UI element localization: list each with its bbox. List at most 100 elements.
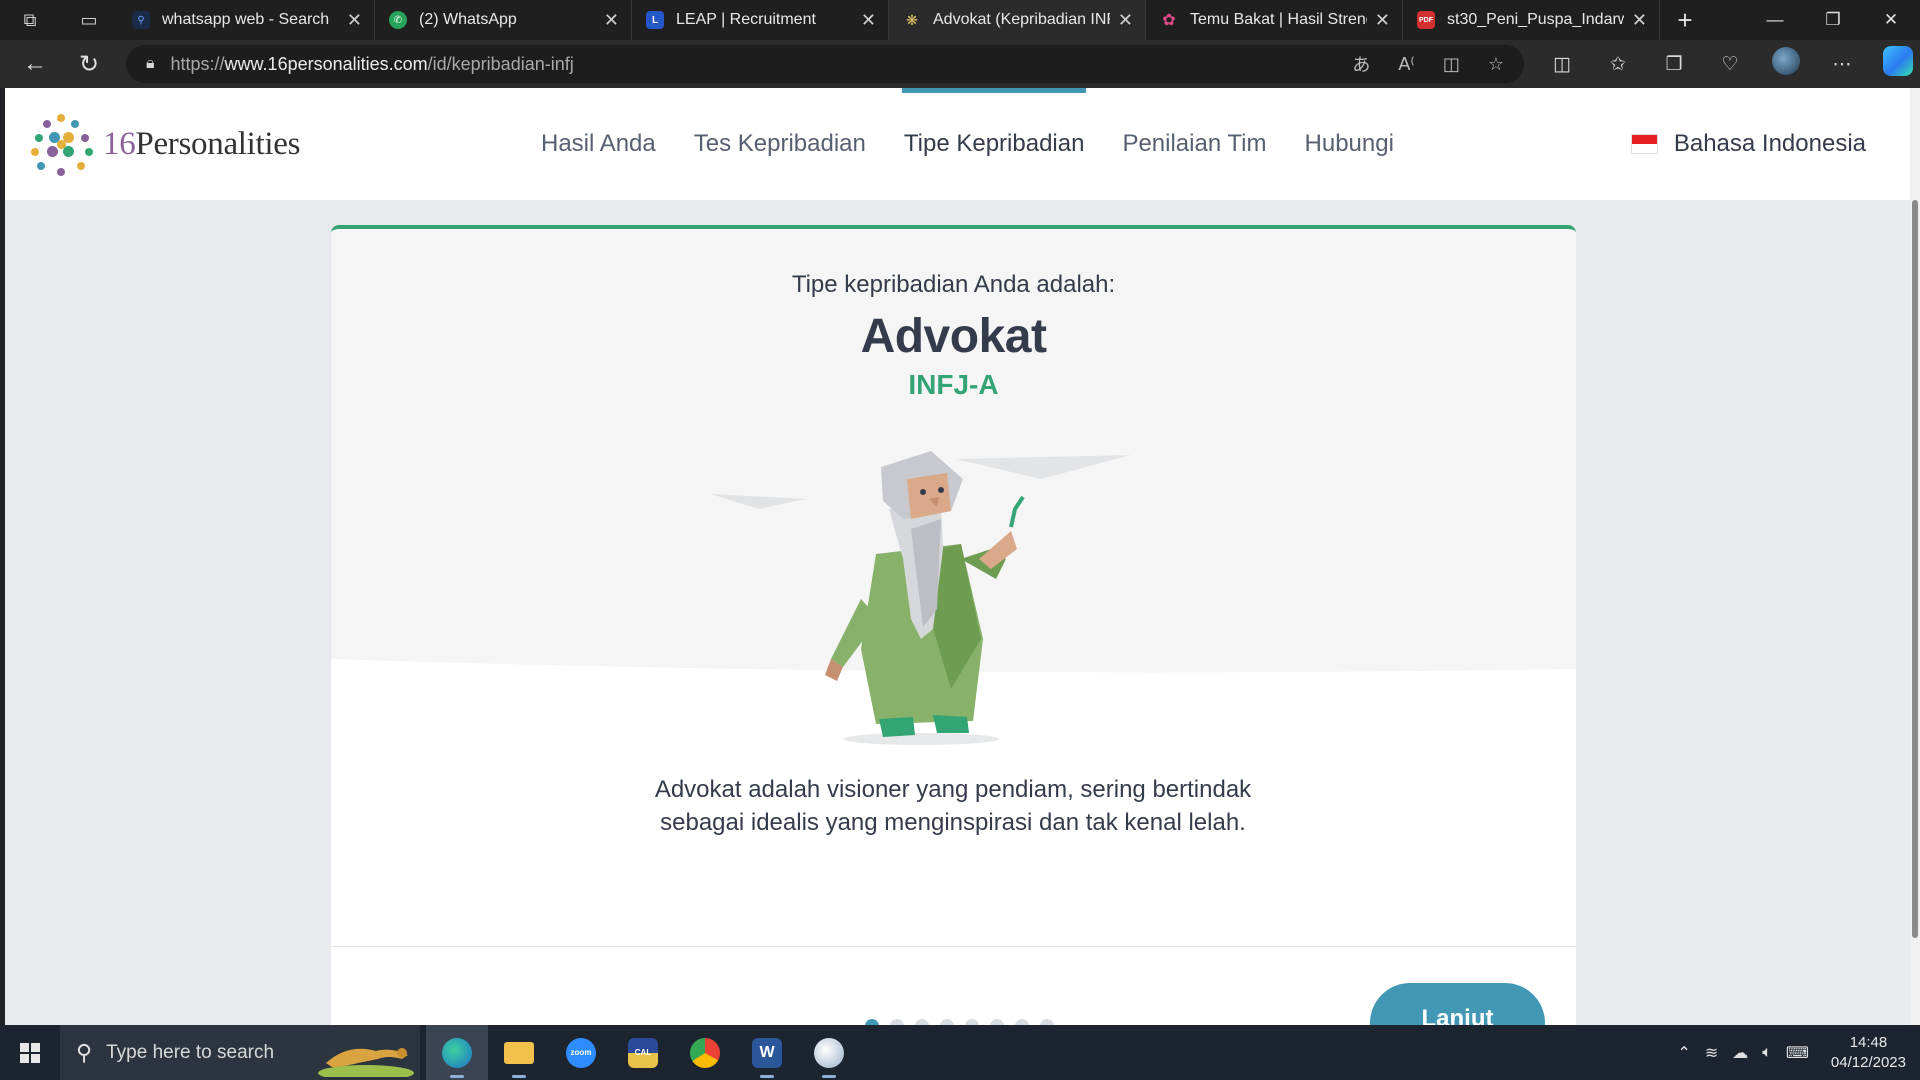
onedrive-cloud-icon[interactable]: ☁ bbox=[1732, 1043, 1748, 1063]
description-line: sebagai idealis yang menginspirasi dan t… bbox=[660, 809, 1246, 836]
calendar-icon[interactable]: CAL bbox=[612, 1025, 674, 1080]
nav-tes-kepribadian[interactable]: Tes Kepribadian bbox=[694, 88, 866, 200]
address-bar-icons: あ A⁽ ◫ ☆ bbox=[1352, 45, 1504, 83]
browser-tab[interactable]: ✿ Temu Bakat | Hasil Strength ✕ bbox=[1146, 0, 1403, 40]
close-tab-icon[interactable]: ✕ bbox=[861, 10, 876, 31]
favorites-icon[interactable]: ✩ bbox=[1590, 53, 1646, 76]
personality-description: Advokat adalah visioner yang pendiam, se… bbox=[603, 773, 1303, 839]
close-tab-icon[interactable]: ✕ bbox=[1632, 10, 1647, 31]
logo-dots-icon bbox=[29, 112, 93, 176]
language-selector[interactable]: Bahasa Indonesia bbox=[1630, 88, 1866, 200]
whatsapp-favicon: ✆ bbox=[389, 11, 407, 29]
show-hidden-icons-icon[interactable]: ⌃ bbox=[1677, 1043, 1690, 1063]
browser-toolbar: ← ↻ 🔒︎ https://www.16personalities.com/i… bbox=[0, 40, 1920, 88]
pdf-favicon: PDF bbox=[1417, 11, 1435, 29]
site-header: 16Personalities Hasil Anda Tes Kepribadi… bbox=[5, 88, 1910, 200]
browser-tab[interactable]: ✆ (2) WhatsApp ✕ bbox=[375, 0, 632, 40]
search-icon: ⚲ bbox=[76, 1039, 93, 1065]
file-explorer-icon[interactable] bbox=[488, 1025, 550, 1080]
profile-avatar[interactable] bbox=[1758, 47, 1814, 81]
tab-title: Temu Bakat | Hasil Strength bbox=[1190, 11, 1367, 28]
page-scrollbar[interactable] bbox=[1910, 88, 1920, 1025]
close-window-icon[interactable]: ✕ bbox=[1862, 0, 1920, 40]
lock-icon[interactable]: 🔒︎ bbox=[146, 55, 155, 73]
close-tab-icon[interactable]: ✕ bbox=[604, 10, 619, 31]
personality-type-code: INFJ-A bbox=[908, 369, 999, 400]
more-options-icon[interactable]: ⋯ bbox=[1814, 53, 1870, 76]
tab-title: whatsapp web - Search bbox=[162, 11, 330, 28]
window-controls: — ❐ ✕ bbox=[1746, 0, 1920, 40]
system-tray: ⌃ ≋ ☁ 🔈︎ ⌨ 14:48 04/12/2023 bbox=[1677, 1033, 1920, 1073]
logo-wordmark: 16Personalities bbox=[103, 126, 300, 163]
personality-type-name: Advokat bbox=[860, 310, 1047, 363]
leap-favicon: L bbox=[646, 11, 664, 29]
wifi-icon[interactable]: ≋ bbox=[1705, 1043, 1718, 1063]
scrollbar-thumb[interactable] bbox=[1912, 200, 1918, 938]
search-highlight-image bbox=[318, 1048, 414, 1077]
windows-start-icon[interactable] bbox=[0, 1025, 60, 1080]
tab-title: (2) WhatsApp bbox=[419, 11, 517, 28]
url-path: /id/kepribadian-infj bbox=[427, 53, 574, 74]
toolbar-right: ◫ ✩ ❐ ♡ ⋯ bbox=[1534, 40, 1920, 88]
clock[interactable]: 14:48 04/12/2023 bbox=[1831, 1033, 1906, 1073]
translate-icon[interactable]: あ bbox=[1352, 51, 1370, 77]
edge-icon[interactable] bbox=[426, 1025, 488, 1080]
indonesia-flag-icon bbox=[1630, 134, 1658, 154]
card-divider bbox=[331, 946, 1576, 947]
logo-word: Personalities bbox=[135, 125, 301, 162]
copilot-icon[interactable] bbox=[1870, 46, 1920, 82]
browser-tab[interactable]: L LEAP | Recruitment ✕ bbox=[632, 0, 889, 40]
result-card: Tipe kepribadian Anda adalah: Advokat IN… bbox=[331, 225, 1576, 1025]
taskbar-search-placeholder: Type here to search bbox=[106, 1041, 275, 1063]
collections-icon[interactable]: ❐ bbox=[1646, 53, 1702, 76]
vertical-tabs-icon[interactable]: ▭ bbox=[60, 0, 118, 40]
site-logo[interactable]: 16Personalities bbox=[29, 112, 300, 176]
language-label: Bahasa Indonesia bbox=[1673, 130, 1866, 157]
url-text: https://www.16personalities.com/id/kepri… bbox=[171, 54, 574, 75]
browser-tab[interactable]: ⚲ whatsapp web - Search ✕ bbox=[118, 0, 375, 40]
volume-icon[interactable]: 🔈︎ bbox=[1762, 1044, 1772, 1062]
search-favicon: ⚲ bbox=[132, 11, 150, 29]
address-bar[interactable]: 🔒︎ https://www.16personalities.com/id/ke… bbox=[126, 45, 1524, 83]
next-button[interactable]: Lanjut bbox=[1370, 983, 1545, 1025]
nav-hasil-anda[interactable]: Hasil Anda bbox=[541, 88, 656, 200]
description-line: Advokat adalah visioner yang pendiam, se… bbox=[654, 776, 1252, 803]
16personalities-favicon: ❋ bbox=[903, 11, 921, 29]
tab-title: st30_Peni_Puspa_Indarwati bbox=[1447, 11, 1624, 28]
nav-tipe-kepribadian[interactable]: Tipe Kepribadian bbox=[901, 88, 1086, 200]
immersive-reader-icon[interactable]: ◫ bbox=[1443, 54, 1460, 75]
chrome-icon[interactable] bbox=[674, 1025, 736, 1080]
tab-title: Advokat (Kepribadian INFJ bbox=[933, 11, 1110, 28]
close-tab-icon[interactable]: ✕ bbox=[1375, 10, 1390, 31]
favorite-star-icon[interactable]: ☆ bbox=[1488, 54, 1504, 75]
word-icon[interactable]: W bbox=[736, 1025, 798, 1080]
browser-tab-active[interactable]: ❋ Advokat (Kepribadian INFJ ✕ bbox=[889, 0, 1146, 40]
nav-penilaian-tim[interactable]: Penilaian Tim bbox=[1122, 88, 1266, 200]
taskbar-apps: zoom CAL W bbox=[426, 1025, 860, 1080]
advocate-character-illustration bbox=[711, 451, 1131, 745]
paint-icon[interactable] bbox=[798, 1025, 860, 1080]
tab-title: LEAP | Recruitment bbox=[676, 11, 816, 28]
windows-taskbar: ⚲ Type here to search zoom CAL W ⌃ ≋ ☁ 🔈… bbox=[0, 1025, 1920, 1080]
url-scheme: https:// bbox=[170, 53, 225, 74]
new-tab-button[interactable]: + bbox=[1660, 0, 1710, 40]
main-nav: Hasil Anda Tes Kepribadian Tipe Kepribad… bbox=[541, 88, 1394, 200]
read-aloud-icon[interactable]: A⁽ bbox=[1398, 54, 1414, 75]
browser-essentials-icon[interactable]: ♡ bbox=[1702, 53, 1758, 76]
refresh-icon[interactable]: ↻ bbox=[62, 40, 116, 88]
minimize-icon[interactable]: — bbox=[1746, 0, 1804, 40]
taskbar-search[interactable]: ⚲ Type here to search bbox=[60, 1025, 420, 1080]
temubakat-favicon: ✿ bbox=[1162, 12, 1176, 29]
keyboard-icon[interactable]: ⌨ bbox=[1786, 1043, 1809, 1063]
zoom-icon[interactable]: zoom bbox=[550, 1025, 612, 1080]
back-icon[interactable]: ← bbox=[8, 40, 62, 88]
nav-hubungi[interactable]: Hubungi bbox=[1305, 88, 1394, 200]
restore-icon[interactable]: ❐ bbox=[1804, 0, 1862, 40]
split-screen-icon[interactable]: ◫ bbox=[1534, 53, 1590, 76]
web-page: 16Personalities Hasil Anda Tes Kepribadi… bbox=[5, 88, 1910, 1025]
close-tab-icon[interactable]: ✕ bbox=[347, 10, 362, 31]
clock-date: 04/12/2023 bbox=[1830, 1053, 1906, 1071]
close-tab-icon[interactable]: ✕ bbox=[1118, 10, 1133, 31]
browser-tab[interactable]: PDF st30_Peni_Puspa_Indarwati ✕ bbox=[1403, 0, 1660, 40]
workspaces-icon[interactable]: ⧉ bbox=[0, 0, 60, 40]
